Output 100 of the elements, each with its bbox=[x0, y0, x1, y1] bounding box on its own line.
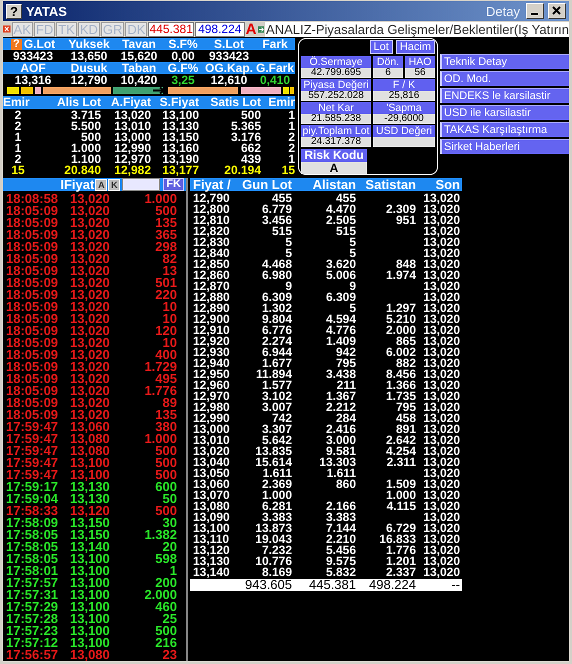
table-cell-text: 865 bbox=[396, 336, 416, 347]
trade-price: 13,020 bbox=[70, 229, 111, 241]
table-cell-text: 12,820 bbox=[192, 226, 230, 237]
table-cell-text: 12,930 bbox=[192, 347, 230, 358]
link-button[interactable]: USD ile karsilastir bbox=[440, 105, 569, 120]
trade-price: 13,020 bbox=[70, 409, 111, 421]
trade-time: 18:05:09 bbox=[6, 361, 60, 373]
stat-value: 3,25 bbox=[170, 74, 196, 86]
help-icon[interactable]: ? bbox=[10, 38, 22, 50]
table-cell-text: 1.677 bbox=[262, 358, 292, 369]
table-cell-text: 8.456 bbox=[384, 369, 416, 380]
column-header: Yuksek bbox=[67, 38, 111, 50]
trade-price: 13,100 bbox=[70, 577, 111, 589]
link-button[interactable]: TAKAS Karşılaştırma bbox=[440, 122, 569, 137]
table-cell-text: 13,020 bbox=[422, 567, 460, 578]
table-cell-text: 5 bbox=[349, 248, 356, 259]
trade-lot: 82 bbox=[162, 253, 177, 265]
table-cell-text: 13,160 bbox=[161, 143, 199, 154]
table-cell-text: 2.210 bbox=[324, 534, 356, 545]
table-cell-text: 1.297 bbox=[384, 303, 416, 314]
trade-lot: 500 bbox=[155, 205, 177, 217]
column-header: A.Fiyat bbox=[110, 96, 151, 109]
table-cell-text: 2 bbox=[287, 132, 295, 143]
column-header[interactable]: Gun Lot bbox=[230, 178, 292, 191]
link-button[interactable]: Sirket Haberleri bbox=[440, 139, 569, 154]
table-cell-text: 795 bbox=[336, 358, 356, 369]
trade-price: 13,020 bbox=[70, 265, 111, 277]
trade-price: 13,020 bbox=[70, 277, 111, 289]
table-cell-text: 5 bbox=[349, 303, 356, 314]
column-header[interactable]: Son bbox=[416, 178, 460, 191]
trade-lot: 500 bbox=[155, 445, 177, 457]
table-cell-text: 2.166 bbox=[324, 501, 356, 512]
filter-input-field[interactable] bbox=[122, 178, 160, 191]
trade-price: 13,100 bbox=[70, 625, 111, 637]
table-cell-text: 9.575 bbox=[324, 556, 356, 567]
table-cell-text: 13,150 bbox=[161, 132, 199, 143]
trade-price: 13,020 bbox=[70, 301, 111, 313]
trade-lot: 2.000 bbox=[143, 589, 177, 601]
column-header: S.Fiyat bbox=[158, 96, 199, 109]
table-cell-text: 1.201 bbox=[384, 556, 416, 567]
table-cell-text: 10.776 bbox=[254, 556, 292, 567]
trade-lot: 600 bbox=[154, 481, 177, 493]
table-cell-text: 12,840 bbox=[192, 248, 230, 259]
help-button[interactable]: ? bbox=[6, 4, 22, 18]
stat-value: 0,00 bbox=[170, 50, 196, 62]
small-button[interactable]: A bbox=[95, 178, 108, 190]
close-icon[interactable] bbox=[548, 3, 566, 19]
table-cell-text: 13,020 bbox=[422, 468, 460, 479]
table-cell-text: 12,940 bbox=[192, 358, 230, 369]
trade-lot: 216 bbox=[154, 637, 177, 649]
trade-price: 13,100 bbox=[70, 457, 111, 469]
column-header[interactable]: Alistan bbox=[292, 178, 356, 191]
table-cell-text: 7.144 bbox=[324, 523, 356, 534]
table-cell-text: 662 bbox=[240, 143, 261, 154]
trade-time: 18:05:09 bbox=[6, 373, 60, 385]
trade-price: 13,060 bbox=[70, 421, 111, 433]
link-button[interactable]: Teknik Detay bbox=[440, 54, 569, 69]
column-header: S.Lot bbox=[213, 38, 245, 50]
table-cell-text: 12,990 bbox=[192, 413, 230, 424]
trade-lot: 135 bbox=[154, 409, 177, 421]
trade-time: 17:57:31 bbox=[6, 589, 60, 601]
trade-time: 17:57:12 bbox=[6, 637, 60, 649]
trade-time: 18:05:09 bbox=[6, 265, 60, 277]
trade-lot: 500 bbox=[154, 505, 177, 517]
table-cell-text: 2.505 bbox=[324, 215, 356, 226]
trade-lot: 501 bbox=[154, 277, 177, 289]
column-header: Emir bbox=[267, 96, 295, 109]
trade-time: 18:05:09 bbox=[6, 325, 60, 337]
minimize-icon[interactable] bbox=[526, 3, 544, 19]
table-cell-text: 19.043 bbox=[254, 534, 292, 545]
table-cell-text: 12,800 bbox=[192, 204, 230, 215]
table-cell-text: 12,950 bbox=[192, 369, 230, 380]
table-cell-text: 9.581 bbox=[326, 446, 356, 457]
toggle-button[interactable]: Lot bbox=[370, 40, 393, 54]
trade-price: 13,020 bbox=[70, 361, 111, 373]
trade-lot: 298 bbox=[154, 241, 177, 253]
table-cell-text: 16.833 bbox=[378, 534, 416, 545]
column-header[interactable]: Satistan bbox=[356, 178, 416, 191]
toggle-button[interactable]: Hacim bbox=[396, 40, 435, 54]
trade-time: 17:59:47 bbox=[6, 469, 60, 481]
table-cell-text: 13,010 bbox=[192, 435, 230, 446]
link-button[interactable]: OD. Mod. bbox=[440, 71, 569, 86]
column-header[interactable]: Fiyat / bbox=[190, 178, 230, 191]
trade-time: 18:05:09 bbox=[6, 277, 60, 289]
link-button[interactable]: ENDEKS le karsilastir bbox=[440, 88, 569, 103]
trade-lot: 120 bbox=[154, 325, 177, 337]
trade-price: 13,100 bbox=[70, 565, 111, 577]
filter-button[interactable]: FK bbox=[163, 178, 184, 191]
table-cell-text: 1 bbox=[287, 110, 295, 121]
table-cell-text: 12,970 bbox=[192, 391, 230, 402]
trade-price: 13,020 bbox=[70, 349, 111, 361]
trade-lot: 598 bbox=[154, 553, 177, 565]
trade-time: 17:58:05 bbox=[6, 553, 60, 565]
table-cell-text: 458 bbox=[394, 413, 416, 424]
trade-time: 17:59:04 bbox=[6, 493, 60, 505]
table-cell-text: 12,960 bbox=[192, 380, 230, 391]
total-cell-text: -- bbox=[451, 579, 460, 591]
table-cell-text: 13,020 bbox=[422, 292, 460, 303]
table-cell-text: 15.614 bbox=[254, 457, 292, 468]
small-button[interactable]: K bbox=[108, 178, 120, 190]
